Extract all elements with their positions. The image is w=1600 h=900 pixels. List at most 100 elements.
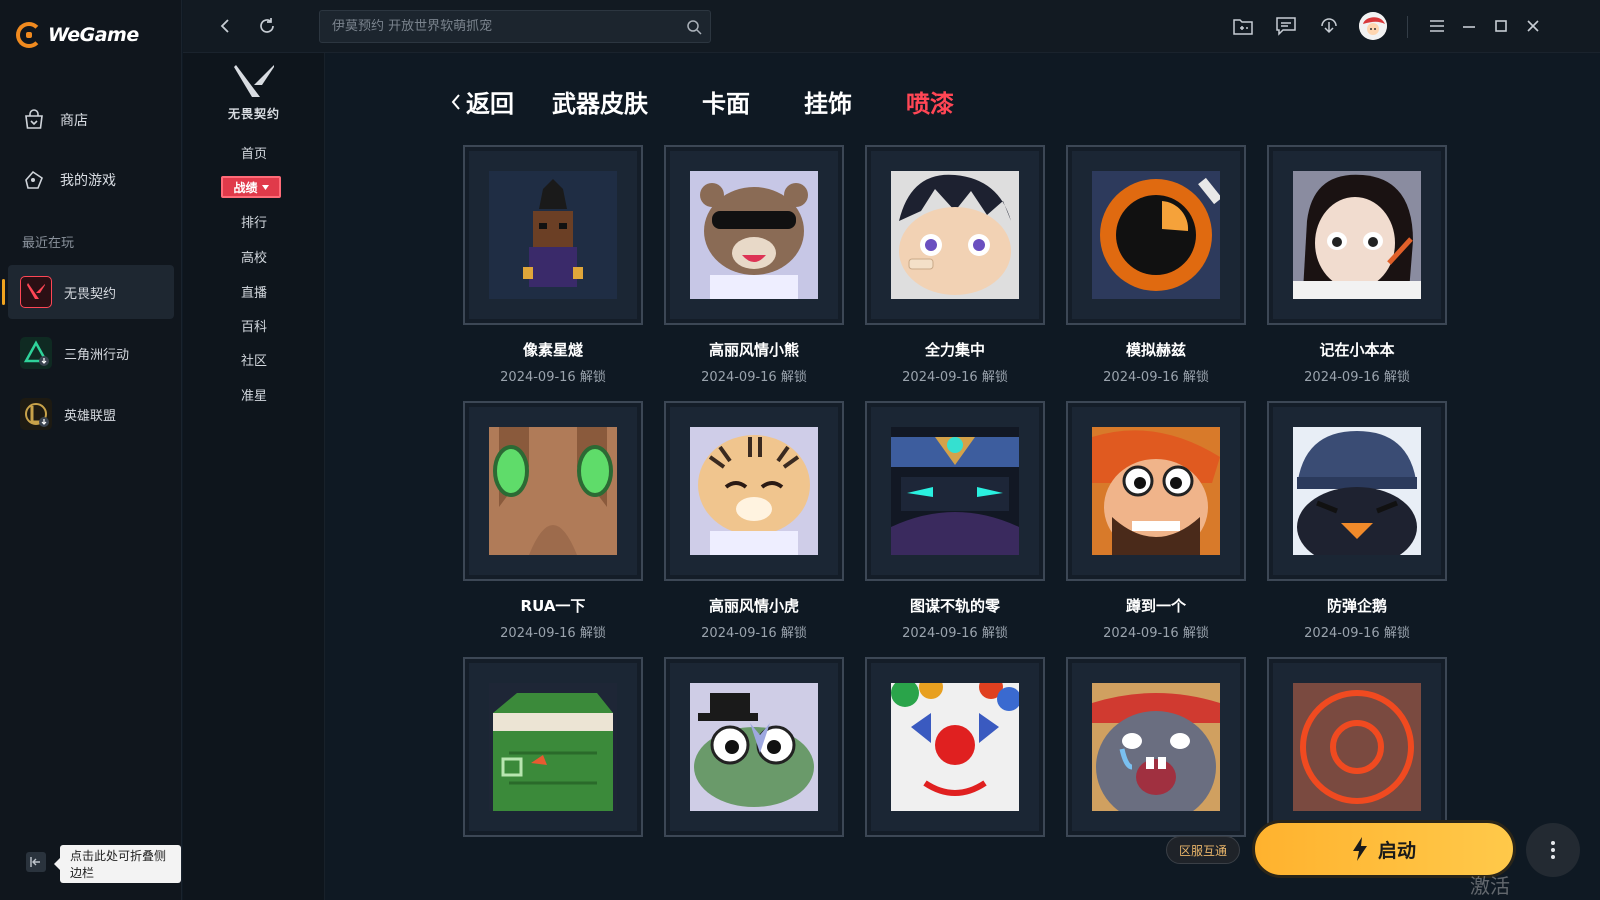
spray-thumbnail[interactable] — [1066, 145, 1246, 325]
spray-name: 防弹企鹅 — [1326, 597, 1387, 615]
spray-name: 模拟赫兹 — [1125, 341, 1186, 359]
tab-weapon-skins[interactable]: 武器皮肤 — [552, 84, 648, 119]
launch-label: 启动 — [1377, 839, 1416, 862]
tab-player-cards[interactable]: 卡面 — [702, 84, 750, 119]
league-icon — [20, 398, 52, 430]
game-nav-college[interactable]: 高校 — [183, 247, 325, 266]
spray-thumbnail[interactable] — [865, 401, 1045, 581]
search-input[interactable] — [332, 19, 672, 34]
tab-buddies[interactable]: 挂饰 — [804, 84, 852, 119]
tab-sprays[interactable]: 喷漆 — [906, 84, 954, 119]
game-nav-record-badge[interactable]: 战绩 — [221, 176, 281, 198]
server-interop-badge: 区服互通 — [1166, 836, 1240, 864]
messages-button[interactable] — [1274, 14, 1298, 38]
spray-card[interactable]: 模拟赫兹 2024-09-16 解锁 — [1066, 145, 1246, 385]
frog-witch-icon — [690, 683, 818, 811]
girl-notebook-icon — [1293, 171, 1421, 299]
spray-card[interactable] — [865, 657, 1045, 837]
spray-card[interactable] — [463, 657, 643, 837]
windows-activation-watermark: 激活 Windows — [1470, 874, 1559, 900]
spray-card[interactable]: 图谋不轨的零 2024-09-16 解锁 — [865, 401, 1045, 641]
maximize-icon — [1495, 20, 1507, 32]
game-nav-crosshair[interactable]: 准星 — [183, 385, 325, 404]
spray-card[interactable] — [1267, 657, 1447, 837]
valorant-logo[interactable]: 无畏契约 — [221, 65, 287, 122]
store-bag-icon — [22, 108, 46, 132]
spray-name: 高丽风情小熊 — [708, 341, 799, 359]
search-icon[interactable] — [686, 19, 702, 35]
spray-card[interactable]: 防弹企鹅 2024-09-16 解锁 — [1267, 401, 1447, 641]
close-button[interactable] — [1521, 14, 1545, 38]
spray-thumbnail[interactable] — [865, 145, 1045, 325]
spray-thumbnail[interactable] — [463, 657, 643, 837]
game-nav-home[interactable]: 首页 — [183, 143, 325, 162]
spray-thumbnail[interactable] — [463, 401, 643, 581]
spray-card[interactable]: 高丽风情小熊 2024-09-16 解锁 — [664, 145, 844, 385]
spray-name: 高丽风情小虎 — [708, 597, 799, 615]
spray-card[interactable] — [1066, 657, 1246, 837]
spray-thumbnail[interactable] — [1267, 145, 1447, 325]
spray-thumbnail[interactable] — [664, 145, 844, 325]
refresh-button[interactable] — [255, 14, 279, 38]
spray-card[interactable]: 记在小本本 2024-09-16 解锁 — [1267, 145, 1447, 385]
collection-tabs: 返回 武器皮肤 卡面 挂饰 喷漆 — [450, 84, 1008, 119]
game-nav: 无畏契约 首页 战绩 排行 高校 直播 百科 社区 准星 — [183, 53, 325, 900]
top-bar — [183, 0, 1600, 53]
clown-icon — [891, 683, 1019, 811]
spray-unlock-date: 2024-09-16 解锁 — [1103, 626, 1209, 641]
refresh-icon — [260, 18, 274, 33]
spray-unlock-date: 2024-09-16 解锁 — [701, 370, 807, 385]
maximize-button[interactable] — [1489, 14, 1513, 38]
minimize-button[interactable] — [1457, 14, 1481, 38]
recent-game-delta-force[interactable]: 三角洲行动 — [8, 326, 174, 380]
spray-thumbnail[interactable] — [1066, 401, 1246, 581]
spray-thumbnail[interactable] — [1267, 657, 1447, 837]
spray-name: 像素星燧 — [522, 341, 583, 359]
wegame-logo[interactable]: WeGame — [16, 22, 139, 48]
rua-eyes-icon — [489, 427, 617, 555]
bearded-man-icon — [1092, 427, 1220, 555]
spray-card[interactable]: 蹲到一个 2024-09-16 解锁 — [1066, 401, 1246, 641]
menu-button[interactable] — [1425, 14, 1449, 38]
recent-game-league[interactable]: 英雄联盟 — [8, 387, 174, 441]
delta-force-icon — [20, 337, 52, 369]
spray-thumbnail[interactable] — [1066, 657, 1246, 837]
spray-card[interactable] — [664, 657, 844, 837]
downloads-button[interactable] — [1317, 14, 1341, 38]
nav-my-games[interactable]: 我的游戏 — [22, 168, 116, 192]
spray-thumbnail[interactable] — [664, 401, 844, 581]
spray-name: RUA一下 — [520, 597, 586, 615]
spray-grid: 像素星燧 2024-09-16 解锁 高丽风情小熊 2024-09-16 解锁 全力集中… — [463, 145, 1473, 840]
spray-card[interactable]: 像素星燧 2024-09-16 解锁 — [463, 145, 643, 385]
spray-thumbnail[interactable] — [1267, 401, 1447, 581]
spray-unlock-date: 2024-09-16 解锁 — [701, 626, 807, 641]
spray-unlock-date: 2024-09-16 解锁 — [1103, 370, 1209, 385]
game-library-button[interactable] — [1231, 14, 1255, 38]
back-button[interactable]: 返回 — [450, 84, 514, 119]
more-options-button[interactable] — [1526, 823, 1580, 877]
game-nav-community[interactable]: 社区 — [183, 350, 325, 369]
game-nav-ranking[interactable]: 排行 — [183, 212, 325, 231]
spray-name: 全力集中 — [924, 341, 985, 359]
game-nav-wiki[interactable]: 百科 — [183, 316, 325, 335]
collapse-sidebar-button[interactable] — [26, 852, 46, 872]
recent-game-valorant[interactable]: 无畏契约 — [2, 265, 174, 319]
chevron-left-icon — [220, 19, 229, 33]
spray-name: 记在小本本 — [1319, 341, 1395, 359]
boy-face-icon — [891, 171, 1019, 299]
spray-card[interactable]: 高丽风情小虎 2024-09-16 解锁 — [664, 401, 844, 641]
hamburger-menu-icon — [1430, 20, 1444, 32]
spray-card[interactable]: RUA一下 2024-09-16 解锁 — [463, 401, 643, 641]
spray-thumbnail[interactable] — [664, 657, 844, 837]
back-nav-button[interactable] — [213, 14, 237, 38]
search-bar[interactable] — [319, 10, 711, 43]
spray-thumbnail[interactable] — [463, 145, 643, 325]
spray-thumbnail[interactable] — [865, 657, 1045, 837]
spray-card[interactable]: 全力集中 2024-09-16 解锁 — [865, 145, 1045, 385]
user-avatar[interactable] — [1359, 12, 1387, 40]
game-nav-live[interactable]: 直播 — [183, 282, 325, 301]
valorant-logo-icon — [234, 65, 274, 97]
collapse-tooltip: 点击此处可折叠侧边栏 — [54, 845, 181, 883]
nav-store[interactable]: 商店 — [22, 108, 88, 132]
collapse-icon — [30, 857, 40, 867]
